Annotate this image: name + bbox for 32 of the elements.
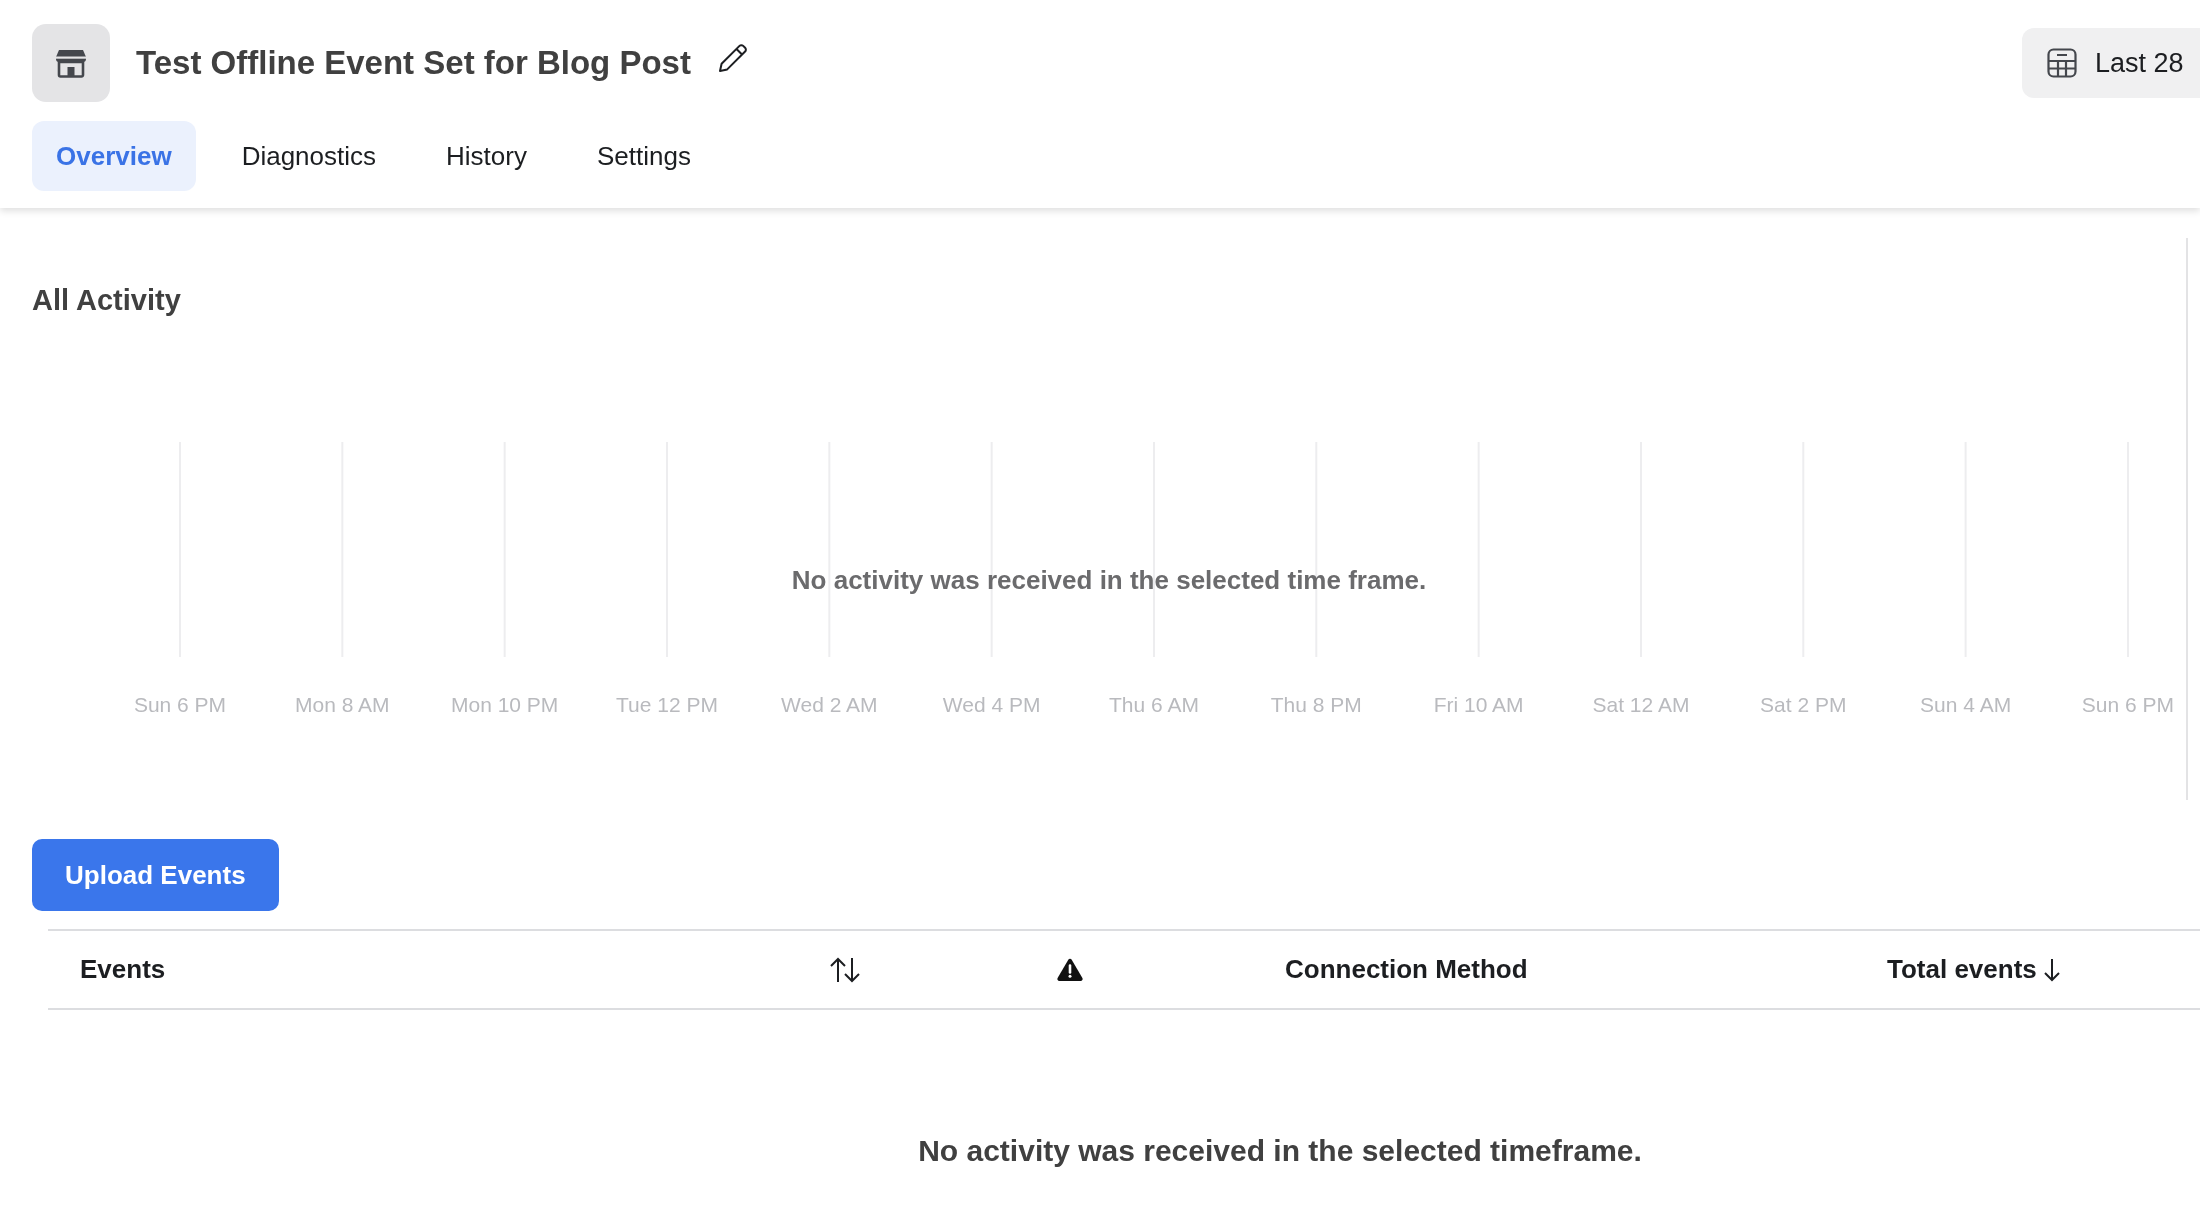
tab[interactable]: Overview <box>32 121 196 191</box>
column-header: Total events <box>1887 954 2037 985</box>
axis-label: Tue 12 PM <box>616 693 718 716</box>
pencil-icon[interactable] <box>716 42 749 74</box>
warning-icon <box>1057 958 1083 981</box>
axis-label: Wed 4 PM <box>942 693 1041 716</box>
tab[interactable]: Diagnostics <box>217 121 401 191</box>
column-header: Connection Method <box>1285 954 1528 985</box>
arrow-down-icon[interactable] <box>2042 957 2061 982</box>
column-header: Events <box>80 954 166 985</box>
date-range-button[interactable]: Last 28 <box>2022 28 2200 98</box>
empty-table-message: No activity was received in the selected timeframe. <box>918 1133 1642 1169</box>
page-title: Test Offline Event Set for Blog Post <box>136 43 691 83</box>
tab[interactable]: History <box>422 121 551 191</box>
axis-label: Sun 6 PM <box>2081 693 2175 716</box>
axis-label: Thu 6 AM <box>1109 693 1199 716</box>
axis-label: Wed 2 AM <box>781 693 878 716</box>
upload-events-button[interactable]: Upload Events <box>32 839 279 911</box>
axis-label: Sun 6 PM <box>133 693 227 716</box>
store-icon <box>32 24 110 102</box>
axis-label: Thu 8 PM <box>1270 693 1362 716</box>
axis-label: Sat 12 AM <box>1592 693 1690 716</box>
calendar-icon <box>2047 48 2077 78</box>
sort-icon[interactable] <box>829 956 861 983</box>
axis-label: Mon 10 PM <box>450 693 559 716</box>
axis-label: Mon 8 AM <box>295 693 390 716</box>
axis-label: Fri 10 AM <box>1433 693 1524 716</box>
tab[interactable]: Settings <box>572 121 715 191</box>
empty-chart-message: No activity was received in the selected time frame. <box>791 564 1427 596</box>
axis-label: Sat 2 PM <box>1760 693 1847 716</box>
axis-label: Sun 4 AM <box>1920 693 2012 716</box>
section-title: All Activity <box>32 283 182 317</box>
